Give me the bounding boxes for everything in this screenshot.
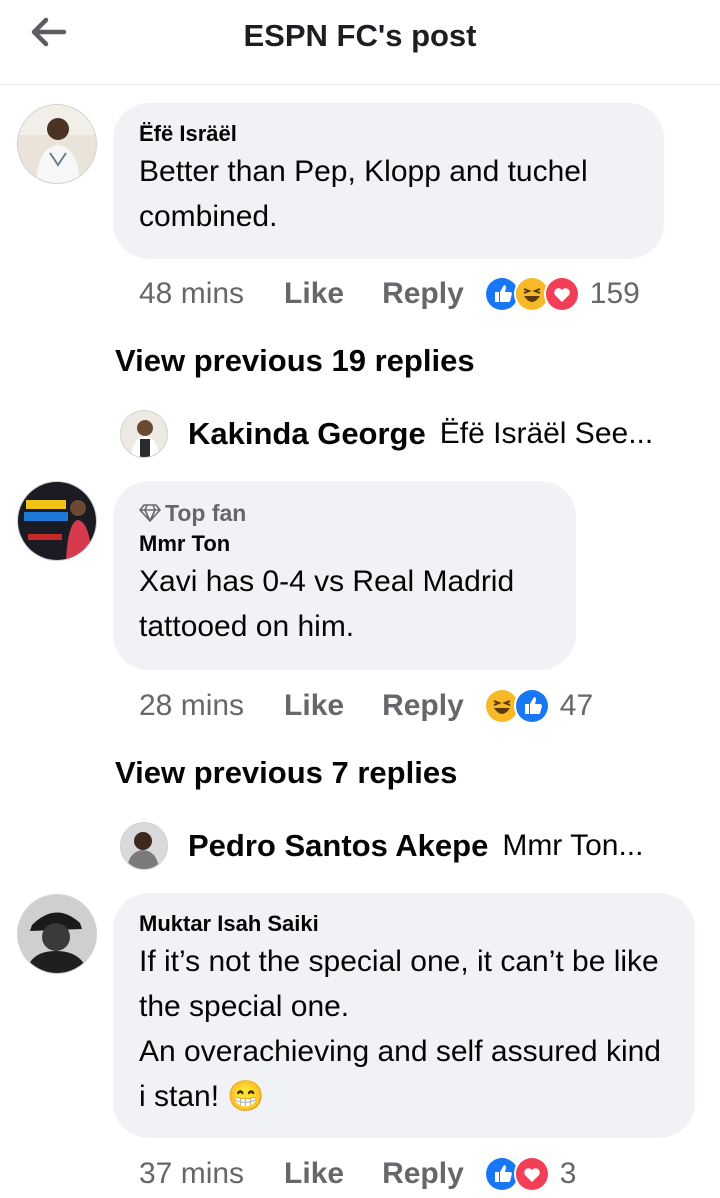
view-previous-replies[interactable]: View previous 7 replies bbox=[115, 755, 457, 791]
comment-time[interactable]: 48 mins bbox=[139, 277, 244, 311]
top-fan-label: Top fan bbox=[165, 500, 247, 526]
comment-bubble[interactable]: Ëfë Isräël Better than Pep, Klopp and tu… bbox=[113, 103, 664, 259]
reply-author[interactable]: Pedro Santos Akepe bbox=[188, 828, 488, 864]
comment-author[interactable]: Mmr Ton bbox=[139, 531, 550, 557]
latest-reply[interactable]: Kakinda George Ëfë Isräël See... bbox=[120, 410, 653, 458]
comment-text: If it’s not the special one, it can’t be… bbox=[139, 945, 661, 1113]
like-button[interactable]: Like bbox=[284, 1157, 344, 1191]
comment-time[interactable]: 28 mins bbox=[139, 689, 244, 723]
avatar[interactable] bbox=[17, 104, 97, 184]
page-title: ESPN FC's post bbox=[243, 18, 477, 53]
comment-bubble[interactable]: Top fan Mmr Ton Xavi has 0-4 vs Real Mad… bbox=[113, 481, 576, 670]
comment-actions: 28 mins Like Reply 47 bbox=[139, 686, 593, 726]
reactions-summary[interactable] bbox=[483, 688, 550, 724]
reply-button[interactable]: Reply bbox=[382, 689, 464, 723]
reaction-count[interactable]: 3 bbox=[560, 1157, 577, 1191]
diamond-icon bbox=[139, 504, 161, 522]
comment-bubble[interactable]: Muktar Isah Saiki If it’s not the specia… bbox=[113, 893, 695, 1138]
avatar[interactable] bbox=[120, 410, 168, 458]
comment-time[interactable]: 37 mins bbox=[139, 1157, 244, 1191]
like-button[interactable]: Like bbox=[284, 689, 344, 723]
reactions-summary[interactable] bbox=[483, 1156, 550, 1192]
reply-button[interactable]: Reply bbox=[382, 1157, 464, 1191]
reactions-summary[interactable] bbox=[483, 276, 580, 312]
like-button[interactable]: Like bbox=[284, 277, 344, 311]
reply-author[interactable]: Kakinda George bbox=[188, 416, 426, 452]
comment-author[interactable]: Ëfë Isräël bbox=[139, 121, 638, 147]
view-previous-replies[interactable]: View previous 19 replies bbox=[115, 343, 475, 379]
comment-text: Xavi has 0-4 vs Real Madrid tattooed on … bbox=[139, 565, 515, 643]
avatar[interactable] bbox=[17, 481, 97, 561]
avatar[interactable] bbox=[17, 894, 97, 974]
reaction-count[interactable]: 47 bbox=[560, 689, 593, 723]
top-bar: ESPN FC's post bbox=[0, 0, 720, 85]
love-reaction-icon bbox=[513, 1156, 550, 1192]
latest-reply[interactable]: Pedro Santos Akepe Mmr Ton... bbox=[120, 822, 643, 870]
comment-text: Better than Pep, Klopp and tuchel combin… bbox=[139, 155, 588, 233]
top-fan-badge: Top fan bbox=[139, 499, 550, 527]
reply-button[interactable]: Reply bbox=[382, 277, 464, 311]
comment-actions: 48 mins Like Reply 159 bbox=[139, 274, 640, 314]
comment-author[interactable]: Muktar Isah Saiki bbox=[139, 911, 669, 937]
reply-preview: Ëfë Isräël See... bbox=[439, 417, 654, 450]
reaction-count[interactable]: 159 bbox=[590, 277, 640, 311]
like-reaction-icon bbox=[513, 688, 550, 724]
comment-actions: 37 mins Like Reply 3 bbox=[139, 1154, 576, 1194]
avatar[interactable] bbox=[120, 822, 168, 870]
reply-preview: Mmr Ton... bbox=[502, 829, 644, 862]
love-reaction-icon bbox=[543, 276, 580, 312]
